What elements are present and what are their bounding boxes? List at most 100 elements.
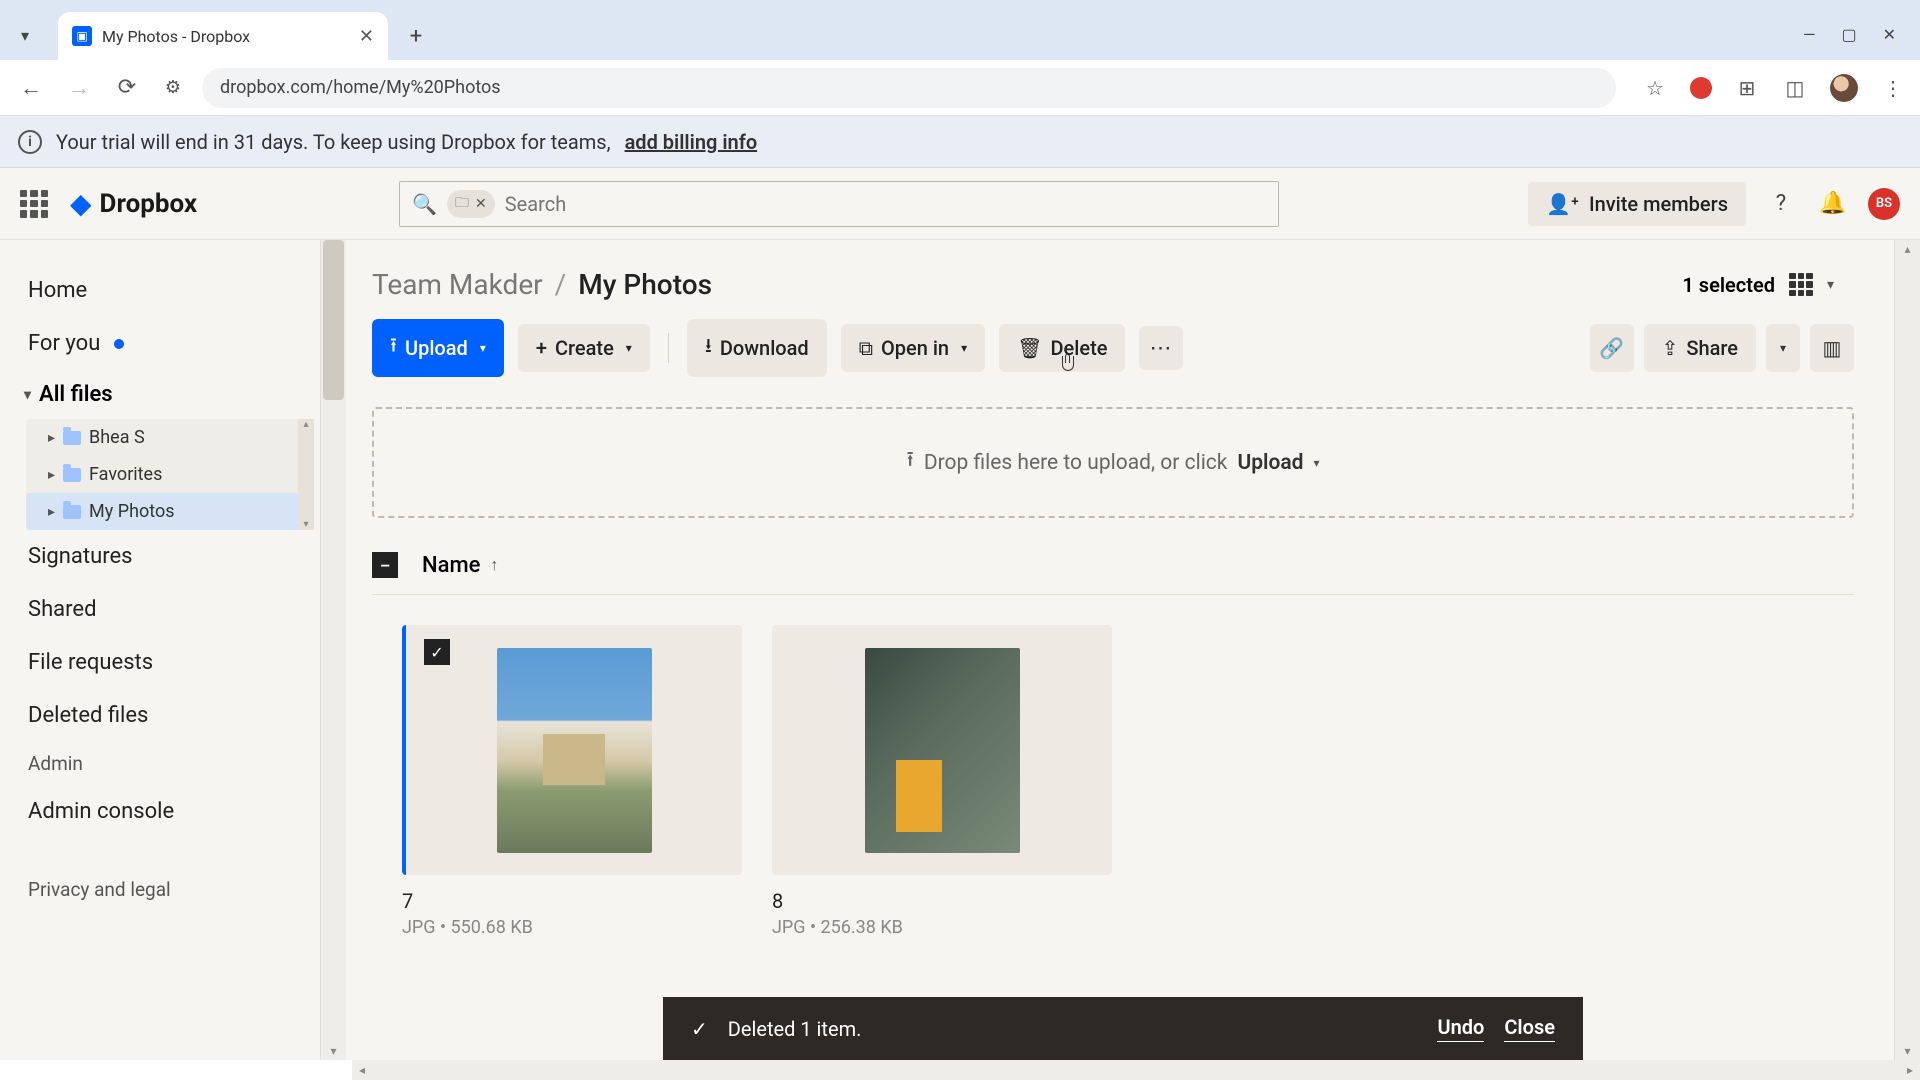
scroll-down-icon[interactable]: ▾ bbox=[321, 1044, 346, 1058]
notifications-icon[interactable]: 🔔 bbox=[1816, 187, 1850, 221]
upload-dropzone[interactable]: ⭱ Drop files here to upload, or click Up… bbox=[372, 407, 1854, 518]
view-options-chevron-icon[interactable]: ▾ bbox=[1827, 277, 1834, 293]
copy-link-button[interactable]: 🔗 bbox=[1590, 324, 1634, 372]
external-link-icon: ⧉ bbox=[859, 336, 873, 360]
dropbox-logo[interactable]: ◆ Dropbox bbox=[70, 187, 197, 220]
sidebar-item-privacy[interactable]: Privacy and legal bbox=[20, 868, 314, 911]
details-panel-button[interactable]: ▥ bbox=[1810, 324, 1854, 372]
tree-item-my-photos[interactable]: ▸ My Photos bbox=[26, 493, 314, 530]
info-icon: i bbox=[18, 130, 42, 154]
scrollbar-thumb[interactable] bbox=[323, 240, 344, 400]
thumbnail-image bbox=[865, 648, 1020, 853]
sidebar-scrollbar[interactable]: ▴ ▾ bbox=[320, 240, 346, 1060]
search-folder-chip[interactable]: 🗀 ✕ bbox=[447, 190, 495, 218]
search-input[interactable] bbox=[505, 192, 1266, 216]
for-you-label: For you bbox=[28, 331, 100, 356]
site-settings-icon[interactable]: ⚙ bbox=[158, 73, 188, 103]
create-label: Create bbox=[555, 336, 614, 360]
extension-icon[interactable] bbox=[1690, 77, 1712, 99]
browser-tab[interactable]: ▣ My Photos - Dropbox ✕ bbox=[58, 12, 388, 60]
horizontal-scrollbar[interactable]: ◂ ▸ bbox=[352, 1060, 1920, 1080]
address-bar[interactable]: dropbox.com/home/My%20Photos bbox=[202, 68, 1616, 108]
share-options-button[interactable]: ▾ bbox=[1766, 324, 1800, 372]
toast-notification: ✓ Deleted 1 item. Undo Close bbox=[663, 997, 1583, 1060]
scroll-up-icon[interactable]: ▴ bbox=[1895, 242, 1920, 256]
close-window-icon[interactable]: ✕ bbox=[1883, 25, 1896, 44]
side-panel-icon[interactable]: ◫ bbox=[1782, 75, 1808, 101]
selected-check-icon[interactable]: ✓ bbox=[424, 639, 450, 665]
file-name[interactable]: 7 bbox=[402, 889, 742, 913]
tree-label: Bhea S bbox=[89, 427, 145, 448]
scroll-down-icon[interactable]: ▾ bbox=[298, 519, 314, 530]
scroll-right-icon[interactable]: ▸ bbox=[1900, 1063, 1920, 1077]
sidebar-item-shared[interactable]: Shared bbox=[20, 583, 314, 636]
breadcrumb-separator: / bbox=[555, 268, 567, 301]
chevron-down-icon: ▾ bbox=[1314, 456, 1320, 470]
tree-item-bhea-s[interactable]: ▸ Bhea S bbox=[26, 419, 314, 456]
scroll-left-icon[interactable]: ◂ bbox=[352, 1063, 372, 1077]
sidebar-item-for-you[interactable]: For you bbox=[20, 317, 314, 370]
scroll-down-icon[interactable]: ▾ bbox=[1895, 1044, 1920, 1058]
folder-icon bbox=[63, 468, 81, 482]
back-button[interactable]: ← bbox=[14, 71, 48, 105]
dropzone-text: Drop files here to upload, or click bbox=[924, 451, 1228, 475]
tree-item-favorites[interactable]: ▸ Favorites bbox=[26, 456, 314, 493]
folder-icon bbox=[63, 505, 81, 519]
chip-clear-icon[interactable]: ✕ bbox=[475, 196, 487, 212]
delete-label: Delete bbox=[1050, 336, 1107, 360]
create-button[interactable]: + Create ▾ bbox=[518, 324, 650, 372]
account-avatar[interactable]: BS bbox=[1868, 188, 1900, 220]
sidebar-item-home[interactable]: Home bbox=[20, 264, 314, 317]
reload-button[interactable]: ⟳ bbox=[110, 71, 144, 105]
new-tab-button[interactable]: + bbox=[398, 18, 434, 54]
minimize-icon[interactable]: — bbox=[1803, 25, 1816, 44]
bookmark-star-icon[interactable]: ☆ bbox=[1642, 75, 1668, 101]
kebab-menu-icon[interactable]: ⋮ bbox=[1880, 75, 1906, 101]
file-card[interactable]: ✓ 7 JPG • 550.68 KB bbox=[402, 625, 742, 938]
sidebar-item-all-files[interactable]: ▾ All files bbox=[20, 370, 314, 419]
close-tab-icon[interactable]: ✕ bbox=[359, 26, 374, 47]
breadcrumb-parent[interactable]: Team Makder bbox=[372, 268, 543, 301]
open-in-button[interactable]: ⧉ Open in ▾ bbox=[841, 324, 985, 372]
more-actions-button[interactable]: ⋯ bbox=[1139, 326, 1183, 370]
profile-avatar-icon[interactable] bbox=[1830, 74, 1858, 102]
browser-tab-strip: ▾ ▣ My Photos - Dropbox ✕ + — ▢ ✕ bbox=[0, 0, 1920, 60]
file-meta: JPG • 550.68 KB bbox=[402, 917, 742, 938]
maximize-icon[interactable]: ▢ bbox=[1841, 25, 1856, 44]
file-thumbnail[interactable] bbox=[772, 625, 1112, 875]
forward-button[interactable]: → bbox=[62, 71, 96, 105]
search-bar[interactable]: 🔍 🗀 ✕ bbox=[399, 181, 1279, 227]
invite-members-button[interactable]: 👤⁺ Invite members bbox=[1528, 182, 1746, 226]
chevron-right-icon: ▸ bbox=[48, 504, 55, 520]
sidebar-item-admin-console[interactable]: Admin console bbox=[20, 785, 314, 838]
extensions-puzzle-icon[interactable]: ⊞ bbox=[1734, 75, 1760, 101]
add-billing-link[interactable]: add billing info bbox=[625, 130, 758, 154]
sidebar-item-signatures[interactable]: Signatures bbox=[20, 530, 314, 583]
toast-message: Deleted 1 item. bbox=[728, 1017, 1418, 1041]
scroll-up-icon[interactable]: ▴ bbox=[298, 419, 314, 430]
sidebar-item-deleted-files[interactable]: Deleted files bbox=[20, 689, 314, 742]
help-icon[interactable]: ? bbox=[1764, 187, 1798, 221]
download-button[interactable]: ⭳ Download bbox=[687, 319, 827, 377]
file-card[interactable]: 8 JPG • 256.38 KB bbox=[772, 625, 1112, 938]
upload-button[interactable]: ⭱ Upload ▾ bbox=[372, 319, 504, 377]
file-thumbnail[interactable]: ✓ bbox=[402, 625, 742, 875]
tabs-dropdown[interactable]: ▾ bbox=[10, 20, 40, 50]
toast-close-button[interactable]: Close bbox=[1504, 1015, 1555, 1042]
share-button[interactable]: ⇪ Share bbox=[1644, 324, 1756, 372]
app-launcher-icon[interactable] bbox=[20, 190, 48, 218]
delete-button[interactable]: 🗑 Delete bbox=[999, 324, 1125, 372]
dropbox-favicon: ▣ bbox=[72, 26, 92, 46]
trash-icon: 🗑 bbox=[1017, 336, 1042, 360]
sidebar-item-file-requests[interactable]: File requests bbox=[20, 636, 314, 689]
chevron-down-icon: ▾ bbox=[626, 341, 632, 355]
grid-view-icon[interactable] bbox=[1789, 273, 1813, 297]
column-header-name[interactable]: Name ↑ bbox=[422, 553, 498, 578]
main-scrollbar[interactable]: ▴ ▾ bbox=[1894, 240, 1920, 1060]
toast-undo-button[interactable]: Undo bbox=[1437, 1015, 1484, 1042]
chevron-down-icon: ▾ bbox=[1780, 341, 1786, 355]
select-all-checkbox[interactable]: – bbox=[372, 552, 398, 578]
file-name[interactable]: 8 bbox=[772, 889, 1112, 913]
breadcrumb-current: My Photos bbox=[578, 268, 712, 301]
tree-scrollbar[interactable]: ▴ ▾ bbox=[298, 419, 314, 530]
